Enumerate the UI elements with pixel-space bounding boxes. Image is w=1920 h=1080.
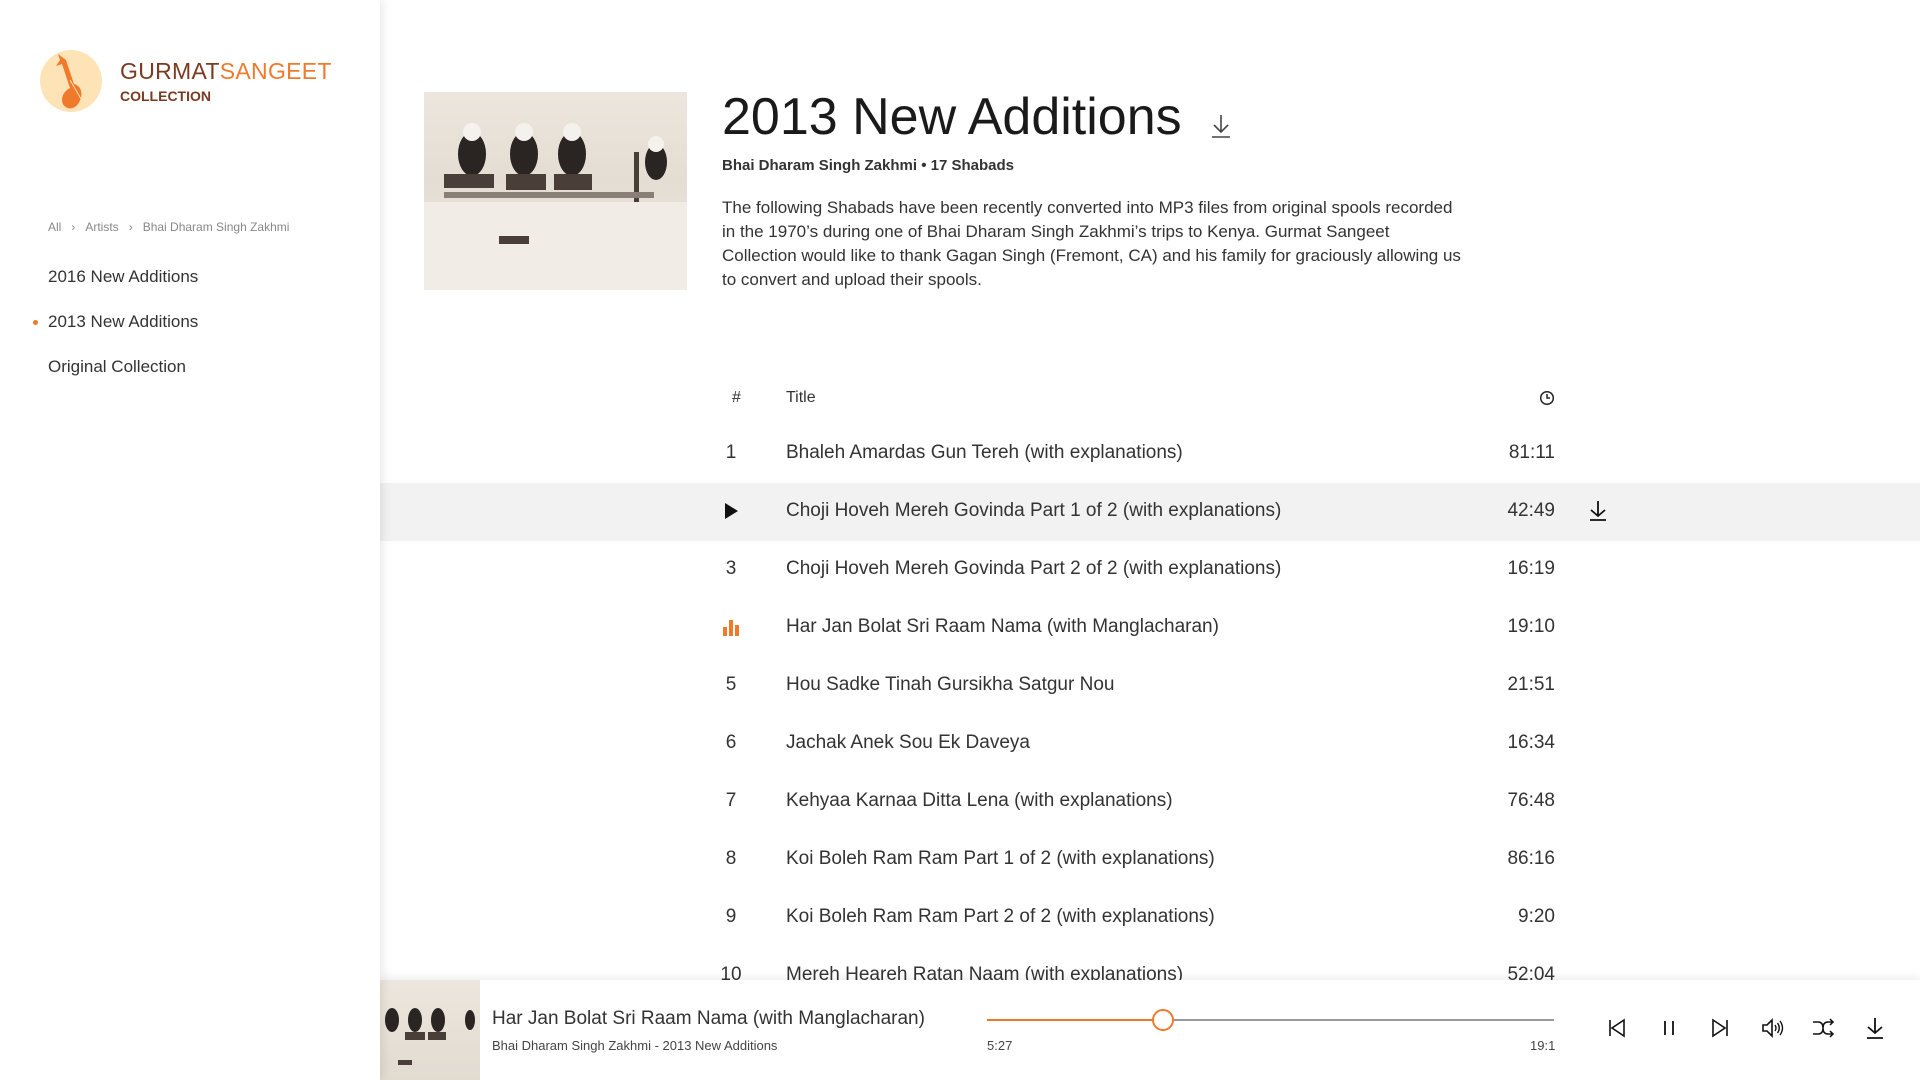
logo-text-sangeet: SANGEET bbox=[219, 57, 332, 84]
total-time: 19:1 bbox=[1530, 1038, 1556, 1053]
track-duration: 16:19 bbox=[1507, 558, 1555, 579]
progress-knob[interactable] bbox=[1151, 1009, 1174, 1031]
logo-instrument-icon bbox=[40, 50, 102, 112]
table-row[interactable]: 9 Koi Boleh Ram Ram Part 2 of 2 (with exp… bbox=[380, 889, 1920, 947]
track-duration: 19:10 bbox=[1507, 616, 1555, 637]
breadcrumb-artists[interactable]: Artists bbox=[85, 220, 118, 234]
track-title[interactable]: Bhaleh Amardas Gun Tereh (with explanati… bbox=[786, 442, 1183, 464]
table-row[interactable]: 7 Kehyaa Karnaa Ditta Lena (with explanat… bbox=[380, 773, 1920, 831]
track-number: 1 bbox=[725, 442, 737, 463]
track-duration: 86:16 bbox=[1507, 848, 1555, 869]
play-icon[interactable] bbox=[716, 500, 746, 527]
album-subtitle: Bhai Dharam Singh Zakhmi • 17 Shabads bbox=[722, 157, 1014, 174]
track-number: 7 bbox=[725, 790, 737, 811]
track-duration: 76:48 bbox=[1507, 790, 1555, 811]
track-title[interactable]: Jachak Anek Sou Ek Daveya bbox=[786, 732, 1030, 754]
breadcrumb: All › Artists › Bhai Dharam Singh Zakhmi bbox=[48, 220, 289, 234]
download-icon[interactable] bbox=[1863, 1016, 1887, 1040]
page-title: 2013 New Additions bbox=[722, 82, 1232, 152]
download-icon[interactable] bbox=[1588, 500, 1608, 528]
table-row[interactable]: 5 Hou Sadke Tinah Gursikha Satgur Nou 21:5… bbox=[380, 657, 1920, 715]
nav-item-2016-new-additions[interactable]: 2016 New Additions bbox=[48, 262, 198, 307]
track-number: 3 bbox=[725, 558, 737, 579]
player-bar: Har Jan Bolat Sri Raam Nama (with Mangla… bbox=[380, 980, 1920, 1080]
track-duration: 16:34 bbox=[1507, 732, 1555, 753]
now-playing-title: Har Jan Bolat Sri Raam Nama (with Mangla… bbox=[492, 1008, 925, 1029]
header-number: # bbox=[732, 389, 741, 406]
table-row[interactable]: Choji Hoveh Mereh Govinda Part 1 of 2 (w… bbox=[380, 483, 1920, 541]
track-title[interactable]: Mereh Heareh Ratan Naam (with explanatio… bbox=[786, 964, 1183, 980]
track-duration: 42:49 bbox=[1507, 500, 1555, 521]
track-number: 6 bbox=[725, 732, 737, 753]
album-description: The following Shabads have been recently… bbox=[722, 198, 1461, 289]
track-title[interactable]: Koi Boleh Ram Ram Part 2 of 2 (with expl… bbox=[786, 906, 1215, 928]
table-row[interactable]: 1 Bhaleh Amardas Gun Tereh (with explanat… bbox=[380, 425, 1920, 483]
logo-text-gurmat: GURMAT bbox=[120, 57, 220, 84]
previous-icon[interactable] bbox=[1605, 1016, 1629, 1040]
progress-fill bbox=[987, 1019, 1163, 1021]
pause-icon[interactable] bbox=[1657, 1016, 1681, 1040]
breadcrumb-all[interactable]: All bbox=[48, 220, 61, 234]
track-list: 1 Bhaleh Amardas Gun Tereh (with explanat… bbox=[380, 425, 1920, 980]
album-title: 2013 New Additions bbox=[722, 88, 1182, 146]
next-icon[interactable] bbox=[1708, 1016, 1732, 1040]
logo[interactable]: GURMATSANGEET COLLECTION bbox=[40, 50, 332, 112]
header-title[interactable]: Title bbox=[786, 389, 816, 407]
volume-icon[interactable] bbox=[1760, 1016, 1784, 1040]
table-row[interactable]: 8 Koi Boleh Ram Ram Part 1 of 2 (with exp… bbox=[380, 831, 1920, 889]
table-row[interactable]: Har Jan Bolat Sri Raam Nama (with Mangla… bbox=[380, 599, 1920, 657]
track-title[interactable]: Har Jan Bolat Sri Raam Nama (with Mangla… bbox=[786, 616, 1219, 638]
track-title[interactable]: Koi Boleh Ram Ram Part 1 of 2 (with expl… bbox=[786, 848, 1215, 870]
track-number: 5 bbox=[725, 674, 737, 695]
clock-icon bbox=[1539, 390, 1555, 411]
track-duration: 9:20 bbox=[1518, 906, 1555, 927]
table-row[interactable]: 3 Choji Hoveh Mereh Govinda Part 2 of 2 (… bbox=[380, 541, 1920, 599]
track-duration: 81:11 bbox=[1508, 442, 1555, 463]
current-time: 5:27 bbox=[987, 1038, 1013, 1053]
table-header: # Title bbox=[380, 385, 1920, 413]
sidebar: GURMATSANGEET COLLECTION All › Artists › B… bbox=[0, 0, 380, 1080]
album-art bbox=[424, 92, 687, 290]
progress-slider[interactable] bbox=[987, 1009, 1554, 1031]
nav-item-original-collection[interactable]: Original Collection bbox=[48, 352, 198, 397]
chevron-right-icon: › bbox=[71, 220, 76, 234]
track-number: 10 bbox=[720, 964, 742, 980]
track-number: 8 bbox=[725, 848, 737, 869]
table-row[interactable]: 10 Mereh Heareh Ratan Naam (with explanat… bbox=[380, 947, 1920, 980]
download-icon[interactable] bbox=[1210, 92, 1232, 152]
track-title[interactable]: Choji Hoveh Mereh Govinda Part 2 of 2 (w… bbox=[786, 558, 1281, 580]
nav-item-2013-new-additions[interactable]: 2013 New Additions bbox=[32, 307, 198, 352]
shuffle-icon[interactable] bbox=[1811, 1016, 1835, 1040]
now-playing-bars-icon bbox=[716, 616, 746, 643]
table-row[interactable]: 6 Jachak Anek Sou Ek Daveya 16:34 bbox=[380, 715, 1920, 773]
track-title[interactable]: Choji Hoveh Mereh Govinda Part 1 of 2 (w… bbox=[786, 500, 1281, 522]
track-number: 9 bbox=[725, 906, 737, 927]
track-duration: 21:51 bbox=[1507, 674, 1555, 695]
track-title[interactable]: Hou Sadke Tinah Gursikha Satgur Nou bbox=[786, 674, 1114, 696]
logo-text-collection: COLLECTION bbox=[120, 87, 211, 104]
track-duration: 52:04 bbox=[1507, 964, 1555, 980]
now-playing-subtitle[interactable]: Bhai Dharam Singh Zakhmi - 2013 New Addi… bbox=[492, 1038, 777, 1053]
album-nav: 2016 New Additions 2013 New Additions Or… bbox=[32, 262, 198, 397]
track-title[interactable]: Kehyaa Karnaa Ditta Lena (with explanati… bbox=[786, 790, 1173, 812]
breadcrumb-artist[interactable]: Bhai Dharam Singh Zakhmi bbox=[143, 220, 290, 234]
chevron-right-icon: › bbox=[128, 220, 133, 234]
main-content: 2013 New Additions Bhai Dharam Singh Zak… bbox=[380, 0, 1920, 980]
now-playing-art bbox=[380, 980, 480, 1080]
